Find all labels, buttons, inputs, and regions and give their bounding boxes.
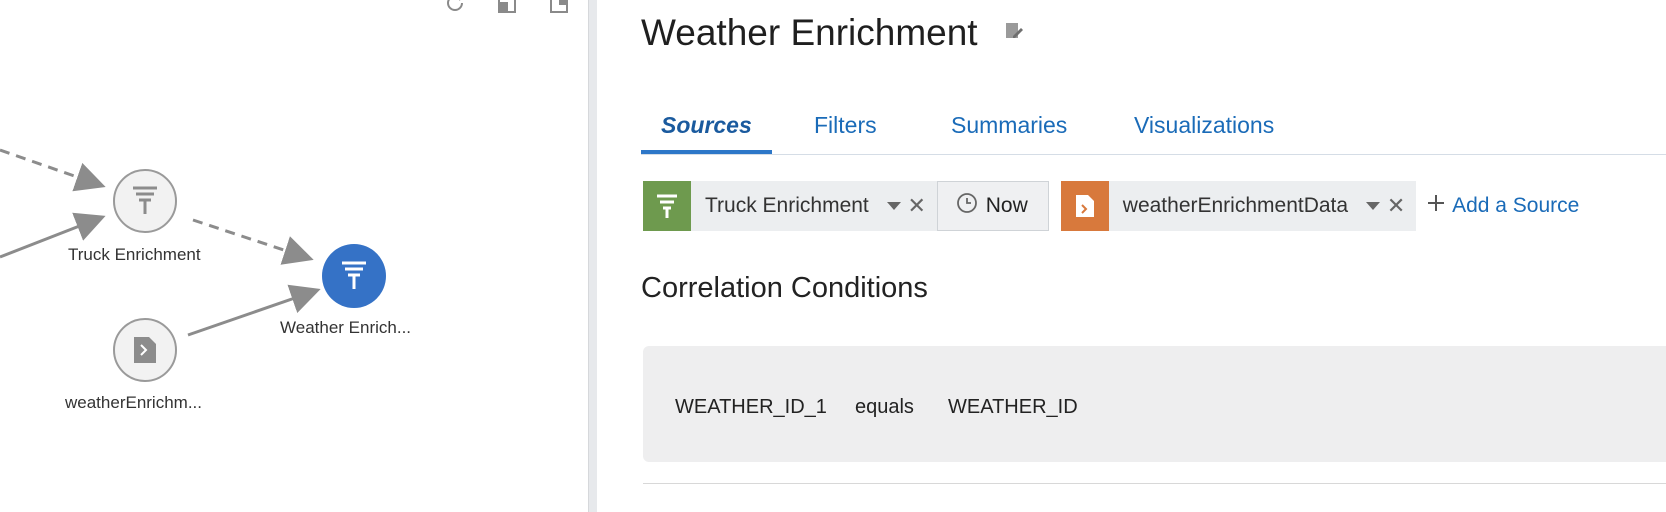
- close-icon[interactable]: ✕: [905, 193, 929, 219]
- weather-enrichment-node[interactable]: [322, 244, 386, 308]
- source-chip-weather-data[interactable]: weatherEnrichmentData ✕: [1060, 181, 1417, 231]
- time-window-chip[interactable]: Now: [936, 181, 1049, 231]
- truck-enrichment-node[interactable]: [113, 169, 177, 233]
- title-row: Weather Enrichment: [641, 12, 1024, 54]
- condition-right-field[interactable]: WEATHER_ID: [948, 396, 1078, 419]
- file-icon: [1060, 181, 1109, 231]
- source-chips: Truck Enrichment ✕ Now weatherEnrichment…: [643, 181, 1579, 231]
- tab-filters[interactable]: Filters: [814, 108, 877, 154]
- section-title: Correlation Conditions: [641, 272, 928, 304]
- time-window-label: Now: [985, 194, 1028, 217]
- source-chip-truck[interactable]: Truck Enrichment ✕: [643, 181, 937, 231]
- page-title: Weather Enrichment: [641, 12, 978, 53]
- tab-summaries[interactable]: Summaries: [951, 108, 1067, 154]
- edit-icon[interactable]: [1004, 21, 1024, 46]
- tab-visualizations[interactable]: Visualizations: [1134, 108, 1274, 154]
- condition-operator[interactable]: equals: [855, 396, 914, 419]
- filter-icon: [643, 181, 691, 231]
- close-icon[interactable]: ✕: [1384, 193, 1408, 219]
- condition-left-field[interactable]: WEATHER_ID_1: [675, 396, 827, 419]
- edge-upstream-truck-dashed: [0, 148, 106, 192]
- detail-panel: Weather Enrichment Sources Filters Summa…: [597, 0, 1666, 512]
- clock-icon: [956, 192, 978, 220]
- chevron-down-icon[interactable]: [1362, 201, 1384, 211]
- node-label: Weather Enrich...: [280, 318, 412, 337]
- add-source-button[interactable]: Add a Source: [1426, 193, 1579, 219]
- tab-bar: Sources Filters Summaries Visualizations: [641, 108, 1666, 155]
- source-chip-label: weatherEnrichmentData: [1122, 194, 1349, 217]
- divider: [643, 483, 1666, 484]
- edge-truck-weather: [192, 218, 314, 265]
- tab-sources[interactable]: Sources: [641, 108, 772, 154]
- panel-splitter[interactable]: [588, 0, 597, 512]
- source-chip-label: Truck Enrichment: [705, 194, 869, 217]
- pipeline-canvas[interactable]: Truck Enrichment Weather Enrich... weath…: [0, 0, 588, 512]
- add-source-label: Add a Source: [1452, 194, 1580, 217]
- weather-source-node[interactable]: [113, 318, 177, 382]
- chevron-down-icon[interactable]: [883, 201, 905, 211]
- file-icon: [134, 337, 156, 363]
- node-label: weatherEnrichm...: [65, 393, 202, 412]
- node-label: Truck Enrichment: [68, 245, 201, 264]
- plus-icon: [1426, 193, 1446, 219]
- correlation-condition-row[interactable]: WEATHER_ID_1 equals WEATHER_ID: [643, 346, 1666, 462]
